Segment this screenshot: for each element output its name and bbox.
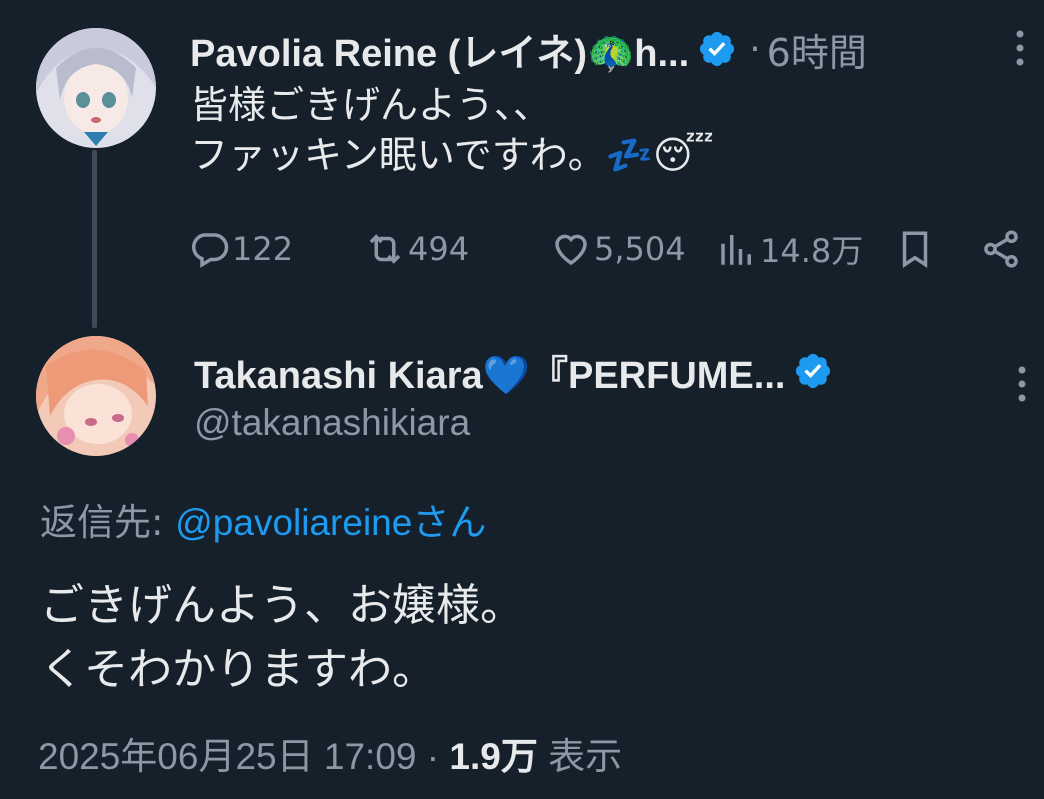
tweet2-header: Takanashi Kiara💙『PERFUME... xyxy=(194,344,833,398)
tweet2-views-label: 表示 xyxy=(548,736,623,777)
tweet2-view-count: 1.9万 xyxy=(449,736,538,777)
reply-to-line: 返信先: @pavoliareineさん xyxy=(40,492,486,546)
bookmark-icon[interactable] xyxy=(894,228,936,270)
share-icon[interactable] xyxy=(980,228,1022,270)
like-count: 5,504 xyxy=(594,230,686,268)
avatar-image xyxy=(36,336,156,456)
tweet1-header: Pavolia Reine (レイネ)🦚h... · 6時間 xyxy=(190,22,867,77)
tweet2-footer: 2025年06月25日 17:09 · 1.9万 表示 xyxy=(38,726,622,780)
verified-badge-icon[interactable] xyxy=(793,351,833,391)
view-count: 14.8万 xyxy=(760,232,864,270)
retweet-count: 494 xyxy=(408,230,470,268)
views-chart-icon xyxy=(721,235,751,265)
reply-to-prefix: 返信先: xyxy=(40,501,164,544)
avatar-takanashi-kiara[interactable] xyxy=(36,336,156,456)
avatar-pavolia-reine[interactable] xyxy=(36,28,156,148)
reply-to-mention-link[interactable]: @pavoliareineさん xyxy=(175,502,486,543)
tweet1-action-bar: 122 494 5,504 14.8万 xyxy=(188,222,1024,276)
tweet2-timestamp[interactable]: 2025年06月25日 17:09 xyxy=(38,736,417,777)
avatar-image xyxy=(36,28,156,148)
retweet-icon xyxy=(369,234,401,264)
tweet2-handle[interactable]: @takanashikiara xyxy=(194,402,470,444)
tweet1-separator: · xyxy=(749,28,761,70)
thread-connector-line xyxy=(92,150,97,328)
like-button[interactable]: 5,504 xyxy=(550,222,686,276)
verified-badge-icon[interactable] xyxy=(697,29,737,69)
reply-count: 122 xyxy=(232,230,294,268)
more-options-icon[interactable] xyxy=(1012,364,1032,404)
footer-separator: · xyxy=(426,736,440,777)
retweet-button[interactable]: 494 xyxy=(364,222,469,276)
more-options-icon[interactable] xyxy=(1010,28,1030,68)
tweet2-text: ごきげんよう、お嬢様。 くそわかりますわ。 xyxy=(40,580,524,695)
tweet1-time[interactable]: 6時間 xyxy=(767,22,867,77)
reply-icon xyxy=(192,233,229,268)
tweet2-display-name[interactable]: Takanashi Kiara💙『PERFUME... xyxy=(194,344,785,399)
views-button[interactable]: 14.8万 xyxy=(716,222,863,276)
tweet1-text: 皆様ごきげんよう、、 ファッキン眠いですわ。💤😴 xyxy=(190,83,714,177)
reply-button[interactable]: 122 xyxy=(188,222,293,276)
tweet1-display-name[interactable]: Pavolia Reine (レイネ)🦚h... xyxy=(190,22,689,77)
heart-icon xyxy=(555,234,587,266)
